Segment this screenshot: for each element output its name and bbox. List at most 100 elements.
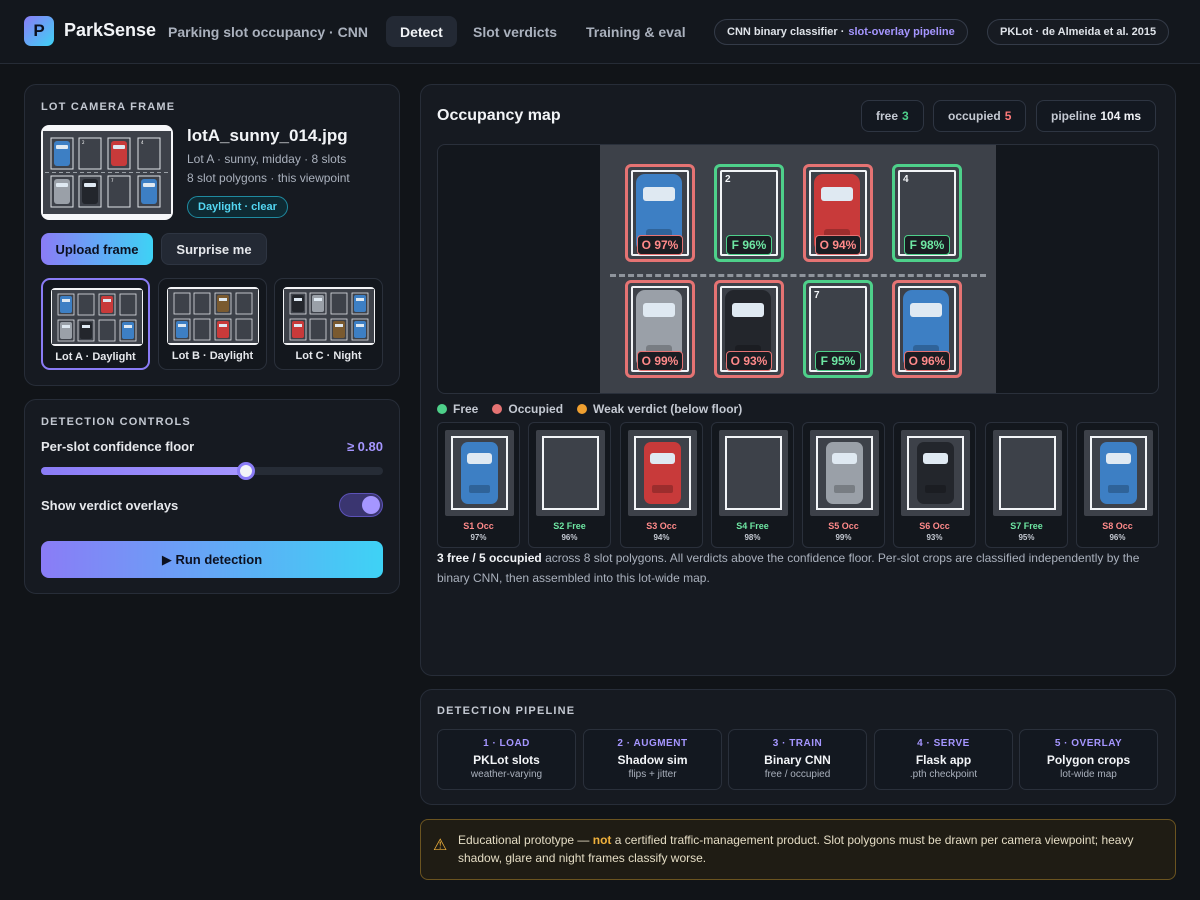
file-meta-line1: Lot A · sunny, midday · 8 slots	[187, 152, 347, 166]
lot-card-b-label: Lot B · Daylight	[171, 350, 254, 362]
pipeline-stage-train: 3 · TRAIN Binary CNN free / occupied	[728, 729, 867, 790]
warning-icon: ⚠	[433, 837, 448, 854]
slot-crop-8[interactable]: S8 Occ 96%	[1076, 422, 1159, 548]
tab-detect[interactable]: Detect	[386, 16, 457, 47]
crop-1-label: S1 Occ	[463, 521, 494, 531]
stat-free: free 3	[861, 100, 924, 132]
lot-card-c[interactable]: Lot C · Night	[274, 278, 383, 370]
stage-name: Flask app	[915, 753, 972, 767]
crop-3-label: S3 Occ	[646, 521, 677, 531]
stat-pipeline-value: 104 ms	[1100, 109, 1142, 123]
stat-pipeline-label: pipeline	[1051, 109, 1097, 123]
overlay-toggle-knob	[362, 496, 380, 514]
lot-card-b[interactable]: Lot B · Daylight	[158, 278, 267, 370]
file-meta-line2: 8 slot polygons · this viewpoint	[187, 171, 350, 185]
pipeline-section-title: DETECTION PIPELINE	[437, 705, 576, 717]
car-red-icon	[644, 442, 681, 504]
stage-name: Polygon crops	[1046, 753, 1131, 767]
slot-3[interactable]: O 94%	[803, 164, 873, 262]
lot-card-c-label: Lot C · Night	[295, 350, 362, 362]
slot-2-number: 2	[725, 174, 731, 185]
slot-crop-4[interactable]: S4 Free 98%	[711, 422, 794, 548]
camera-frame-image: 2 4 7	[43, 131, 171, 214]
car-blue-icon	[1100, 442, 1137, 504]
disclaimer-before: Educational prototype —	[458, 833, 590, 847]
occupancy-panel: Occupancy map free 3 occupied 5 pipeline…	[420, 84, 1176, 676]
car-black-icon	[917, 442, 954, 504]
pipeline-stage-serve: 4 · SERVE Flask app .pth checkpoint	[874, 729, 1013, 790]
slot-crop-5[interactable]: S5 Occ 99%	[802, 422, 885, 548]
stage-desc: lot-wide map	[1060, 769, 1117, 780]
stage-step: 2 · AUGMENT	[617, 738, 688, 749]
slot-4-verdict: F 98%	[904, 235, 950, 255]
condition-badge: Daylight · clear	[187, 196, 288, 218]
lot-c-thumbnail	[283, 287, 375, 345]
slot-5[interactable]: O 99%	[625, 280, 695, 378]
slot-2[interactable]: 2 F 96%	[714, 164, 784, 262]
stat-free-value: 3	[902, 109, 909, 123]
slot-6[interactable]: O 93%	[714, 280, 784, 378]
upload-frame-button[interactable]: Upload frame	[41, 233, 153, 265]
slot-7-number: 7	[814, 290, 820, 301]
slot-8[interactable]: O 96%	[892, 280, 962, 378]
legend-free: Free	[437, 402, 478, 416]
brand-name: ParkSense	[64, 20, 157, 40]
slot-crop-6[interactable]: S6 Occ 93%	[893, 422, 976, 548]
slot-crop-3[interactable]: S3 Occ 94%	[620, 422, 703, 548]
stage-step: 5 · OVERLAY	[1054, 738, 1123, 749]
slot-7[interactable]: 7 F 95%	[803, 280, 873, 378]
slot-2-verdict: F 96%	[726, 235, 772, 255]
car-grey-icon	[826, 442, 863, 504]
lot-asphalt: O 97% 2 F 96% O 94% 4 F 98% O 99% O 93% …	[600, 145, 996, 393]
confidence-floor-label: Per-slot confidence floor	[41, 439, 195, 454]
legend-occupied: Occupied	[492, 402, 563, 416]
model-pill-highlight: slot-overlay pipeline	[848, 26, 955, 38]
slider-fill	[41, 467, 247, 475]
car-blue-icon	[461, 442, 498, 504]
stage-desc: .pth checkpoint	[909, 769, 978, 780]
stage-step: 4 · SERVE	[917, 738, 970, 749]
controls-panel: DETECTION CONTROLS Per-slot confidence f…	[24, 399, 400, 594]
overlay-toggle[interactable]	[339, 493, 383, 517]
stage-desc: free / occupied	[764, 769, 831, 780]
slot-1[interactable]: O 97%	[625, 164, 695, 262]
crop-7-label: S7 Free	[1010, 521, 1043, 531]
crop-2-label: S2 Free	[553, 521, 586, 531]
pipeline-panel: DETECTION PIPELINE 1 · LOAD PKLot slots …	[420, 689, 1176, 805]
pipeline-stage-load: 1 · LOAD PKLot slots weather-varying	[437, 729, 576, 790]
slot-4-number: 4	[903, 174, 909, 185]
top-header: P ParkSense Parking slot occupancy · CNN…	[0, 0, 1200, 64]
surprise-me-button[interactable]: Surprise me	[161, 233, 267, 265]
run-detection-button[interactable]: ▶ Run detection	[41, 541, 383, 578]
slot-4[interactable]: 4 F 98%	[892, 164, 962, 262]
stat-occupied-label: occupied	[948, 109, 1001, 123]
slot-crop-1[interactable]: S1 Occ 97%	[437, 422, 520, 548]
crop-5-label: S5 Occ	[828, 521, 859, 531]
stage-desc: flips + jitter	[628, 769, 677, 780]
stage-step: 1 · LOAD	[483, 738, 530, 749]
lot-card-a[interactable]: Lot A · Daylight	[41, 278, 150, 370]
slider-thumb[interactable]	[237, 462, 256, 480]
pipeline-stage-overlay: 5 · OVERLAY Polygon crops lot-wide map	[1019, 729, 1158, 790]
confidence-floor-value: ≥ 0.80	[346, 439, 383, 454]
summary-counts: 3 free / 5 occupied	[437, 551, 542, 565]
slot-7-verdict: F 95%	[815, 351, 861, 371]
crop-7-pct: 95%	[1018, 533, 1035, 542]
tab-training-eval[interactable]: Training & eval	[572, 16, 700, 47]
slot-3-verdict: O 94%	[815, 235, 861, 255]
model-pill: CNN binary classifier · slot-overlay pip…	[714, 19, 968, 45]
crop-6-pct: 93%	[926, 533, 943, 542]
crop-2-pct: 96%	[561, 533, 578, 542]
confidence-floor-slider[interactable]	[41, 462, 383, 480]
overlay-toggle-label: Show verdict overlays	[41, 498, 179, 513]
stage-desc: weather-varying	[470, 769, 543, 780]
tab-slot-verdicts[interactable]: Slot verdicts	[459, 16, 571, 47]
crop-8-pct: 96%	[1109, 533, 1126, 542]
slot-crop-2[interactable]: S2 Free 96%	[528, 422, 611, 548]
slot-crop-7[interactable]: S7 Free 95%	[985, 422, 1068, 548]
slot-5-verdict: O 99%	[637, 351, 683, 371]
map-legend: Free Occupied Weak verdict (below floor)	[437, 402, 742, 416]
file-name: lotA_sunny_014.jpg	[187, 126, 348, 145]
pipeline-stage-augment: 2 · AUGMENT Shadow sim flips + jitter	[583, 729, 722, 790]
crop-5-pct: 99%	[835, 533, 852, 542]
